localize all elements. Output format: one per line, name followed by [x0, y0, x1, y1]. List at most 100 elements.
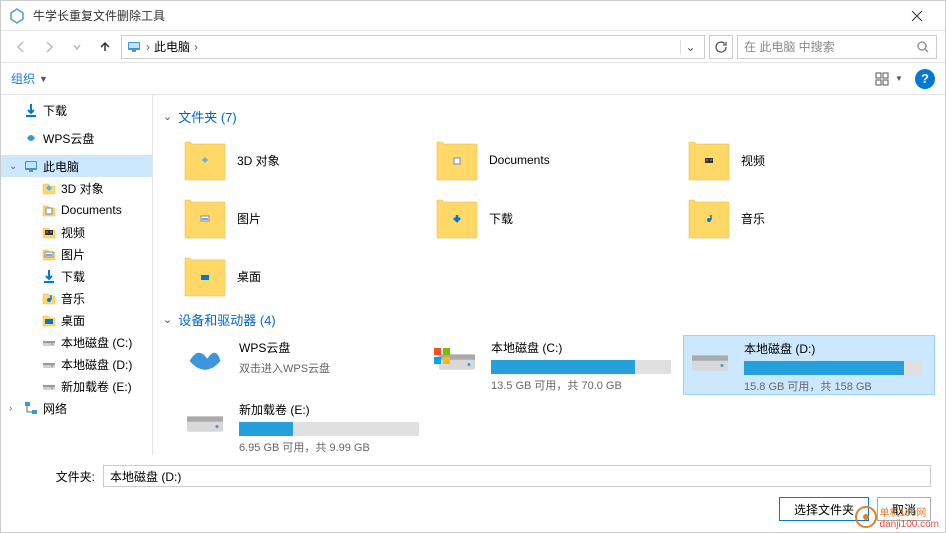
- desktop-icon: [41, 312, 57, 328]
- search-box[interactable]: [737, 35, 937, 59]
- view-mode-button[interactable]: ▼: [871, 68, 907, 90]
- music-icon: [41, 290, 57, 306]
- sidebar-item-label: 视频: [61, 224, 85, 241]
- content-pane: ⌄ 文件夹 (7) 3D 对象 Documents 视频图片 下载 音乐桌面 ⌄ 设备和…: [153, 95, 945, 455]
- drive-icon: [41, 334, 57, 350]
- sidebar-item-1[interactable]: WPS云盘: [1, 127, 152, 149]
- sidebar-item-label: 3D 对象: [61, 180, 104, 197]
- network-icon: [23, 400, 39, 416]
- sidebar-item-13[interactable]: › 网络: [1, 397, 152, 419]
- drive-big-icon: [688, 340, 732, 384]
- sidebar-item-label: 下载: [43, 102, 67, 119]
- 3d-icon: [183, 138, 227, 182]
- sidebar-item-4[interactable]: Documents: [1, 199, 152, 221]
- chevron-down-icon: ⌄: [163, 313, 172, 326]
- device-subtitle: 双击进入WPS云盘: [239, 360, 419, 376]
- titlebar: 牛学长重复文件删除工具: [1, 1, 945, 31]
- folder-name: 图片: [237, 210, 261, 227]
- sidebar-item-label: 本地磁盘 (D:): [61, 356, 132, 373]
- device-name: 本地磁盘 (C:): [491, 339, 671, 356]
- storage-bar: [744, 361, 922, 375]
- folder-input[interactable]: [103, 465, 931, 487]
- chevron-right-icon: ›: [194, 40, 198, 54]
- sidebar-item-3[interactable]: 3D 对象: [1, 177, 152, 199]
- folder-label: 文件夹:: [15, 468, 95, 485]
- cancel-button[interactable]: 取消: [877, 497, 931, 521]
- image-icon: [41, 246, 57, 262]
- device-name: 本地磁盘 (D:): [744, 340, 922, 357]
- sidebar-item-6[interactable]: 图片: [1, 243, 152, 265]
- folder-name: 3D 对象: [237, 152, 280, 169]
- up-button[interactable]: [93, 35, 117, 59]
- close-button[interactable]: [897, 2, 937, 30]
- sidebar-item-label: 下载: [61, 268, 85, 285]
- sidebar-item-10[interactable]: 本地磁盘 (C:): [1, 331, 152, 353]
- sidebar-item-label: 此电脑: [43, 158, 79, 175]
- folder-item-0[interactable]: 3D 对象: [179, 132, 431, 188]
- sidebar-item-11[interactable]: 本地磁盘 (D:): [1, 353, 152, 375]
- storage-stats: 15.8 GB 可用，共 158 GB: [744, 378, 922, 394]
- back-button[interactable]: [9, 35, 33, 59]
- folders-group-header[interactable]: ⌄ 文件夹 (7): [163, 107, 935, 126]
- sidebar-item-label: 图片: [61, 246, 85, 263]
- wps-icon: [23, 130, 39, 146]
- doc-icon: [41, 202, 57, 218]
- sidebar-item-7[interactable]: 下载: [1, 265, 152, 287]
- breadcrumb-dropdown[interactable]: ⌄: [680, 40, 700, 54]
- help-button[interactable]: ?: [915, 69, 935, 89]
- navbar: › 此电脑 › ⌄: [1, 31, 945, 63]
- folder-name: 视频: [741, 152, 765, 169]
- refresh-button[interactable]: [709, 35, 733, 59]
- folder-name: 桌面: [237, 268, 261, 285]
- folder-item-3[interactable]: 图片: [179, 190, 431, 246]
- sidebar-item-label: 本地磁盘 (C:): [61, 334, 132, 351]
- device-item-3[interactable]: 新加载卷 (E:)6.95 GB 可用，共 9.99 GB: [179, 397, 431, 455]
- sidebar-item-2[interactable]: ⌄此电脑: [1, 155, 152, 177]
- 3d-icon: [41, 180, 57, 196]
- desktop-icon: [183, 254, 227, 298]
- pc-icon: [23, 158, 39, 174]
- folder-item-5[interactable]: 音乐: [683, 190, 935, 246]
- image-icon: [183, 196, 227, 240]
- search-input[interactable]: [744, 40, 916, 54]
- folder-name: Documents: [489, 153, 550, 167]
- drive-big-icon: [435, 339, 479, 383]
- sidebar-item-5[interactable]: 视频: [1, 221, 152, 243]
- sidebar-item-label: 网络: [43, 400, 67, 417]
- main-area: 下载WPS云盘⌄此电脑3D 对象Documents视频图片下载音乐桌面本地磁盘 …: [1, 95, 945, 455]
- folder-item-6[interactable]: 桌面: [179, 248, 431, 304]
- storage-stats: 13.5 GB 可用，共 70.0 GB: [491, 377, 671, 393]
- chevron-down-icon: ⌄: [163, 110, 172, 123]
- expand-icon: ›: [9, 403, 19, 414]
- organize-button[interactable]: 组织 ▼: [11, 70, 48, 87]
- select-folder-button[interactable]: 选择文件夹: [779, 497, 869, 521]
- breadcrumb[interactable]: › 此电脑 › ⌄: [121, 35, 705, 59]
- folder-name: 音乐: [741, 210, 765, 227]
- music-icon: [687, 196, 731, 240]
- devices-group-header[interactable]: ⌄ 设备和驱动器 (4): [163, 310, 935, 329]
- sidebar-item-0[interactable]: 下载: [1, 99, 152, 121]
- folder-item-1[interactable]: Documents: [431, 132, 683, 188]
- sidebar: 下载WPS云盘⌄此电脑3D 对象Documents视频图片下载音乐桌面本地磁盘 …: [1, 95, 153, 455]
- drive-icon: [41, 356, 57, 372]
- device-item-0[interactable]: WPS云盘双击进入WPS云盘: [179, 335, 431, 395]
- sidebar-item-12[interactable]: 新加载卷 (E:): [1, 375, 152, 397]
- device-item-1[interactable]: 本地磁盘 (C:) 13.5 GB 可用，共 70.0 GB: [431, 335, 683, 395]
- sidebar-item-9[interactable]: 桌面: [1, 309, 152, 331]
- recent-dropdown[interactable]: [65, 35, 89, 59]
- folder-item-2[interactable]: 视频: [683, 132, 935, 188]
- sidebar-item-label: 音乐: [61, 290, 85, 307]
- sidebar-item-8[interactable]: 音乐: [1, 287, 152, 309]
- sidebar-item-label: 桌面: [61, 312, 85, 329]
- app-icon: [9, 8, 25, 24]
- video-icon: [687, 138, 731, 182]
- doc-icon: [435, 138, 479, 182]
- forward-button[interactable]: [37, 35, 61, 59]
- sidebar-item-label: WPS云盘: [43, 130, 94, 147]
- toolbar: 组织 ▼ ▼ ?: [1, 63, 945, 95]
- device-item-2[interactable]: 本地磁盘 (D:) 15.8 GB 可用，共 158 GB: [683, 335, 935, 395]
- breadcrumb-location[interactable]: 此电脑: [154, 38, 190, 55]
- folder-item-4[interactable]: 下载: [431, 190, 683, 246]
- device-name: WPS云盘: [239, 339, 419, 356]
- download-icon: [23, 102, 39, 118]
